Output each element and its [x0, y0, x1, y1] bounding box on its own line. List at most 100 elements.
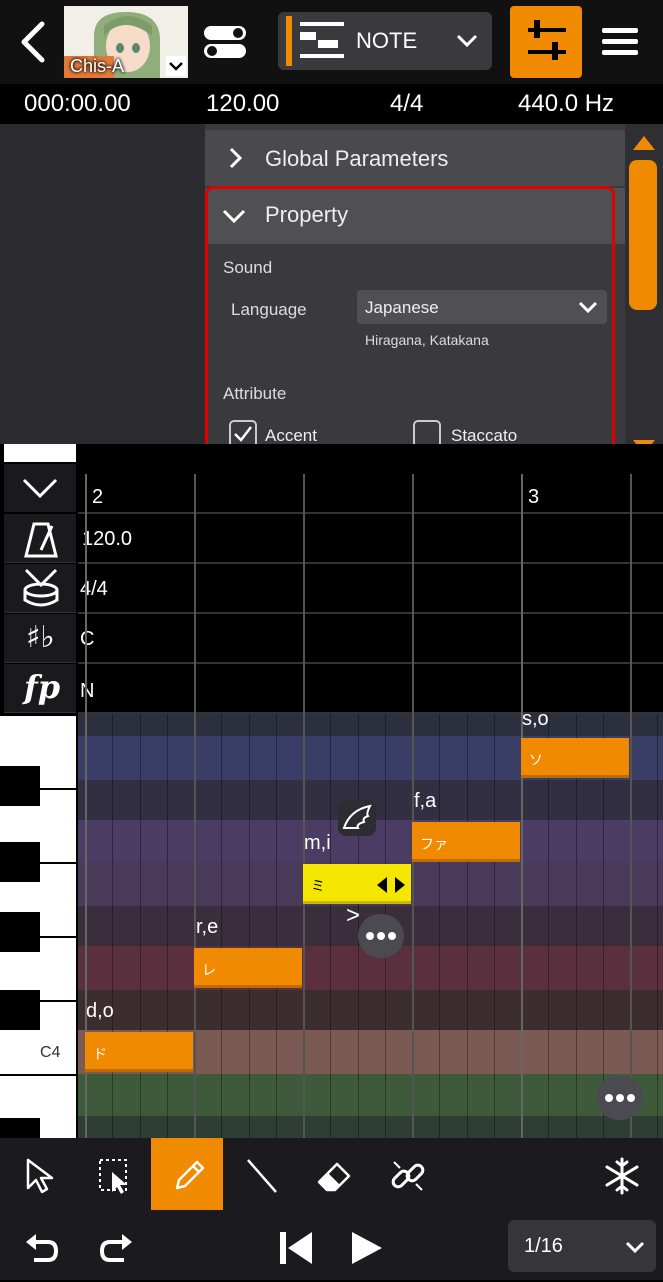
mode-label: NOTE	[356, 28, 418, 53]
arrow-select-tool[interactable]	[4, 1138, 76, 1210]
measure-number: 2	[92, 486, 104, 508]
grid-line	[439, 714, 440, 1138]
beat-display: 4/4	[390, 90, 424, 117]
c4-label: C4	[40, 1044, 61, 1061]
undo-button[interactable]	[4, 1210, 76, 1282]
status-bar: 000:00.00 120.00 4/4 440.0 Hz	[0, 84, 663, 124]
grid-line	[194, 474, 196, 1138]
range-select-tool[interactable]	[78, 1138, 150, 1210]
pitch-display: 440.0 Hz	[518, 90, 615, 117]
redo-button[interactable]	[78, 1210, 150, 1282]
beat-track-header[interactable]	[4, 564, 76, 613]
hamburger-icon[interactable]	[598, 22, 642, 62]
grid-line	[112, 714, 113, 1138]
note-block-selected[interactable]: ミ	[303, 864, 411, 904]
mode-accent-bar	[286, 16, 292, 66]
note-lyric: m,i	[304, 832, 331, 854]
link-tool[interactable]	[370, 1138, 442, 1210]
piano-key-black[interactable]	[0, 766, 40, 806]
back-icon[interactable]	[14, 18, 54, 66]
note-lyric: r,e	[196, 916, 219, 938]
key-track-header[interactable]: ♯♭	[4, 614, 76, 663]
grid-line	[140, 714, 141, 1138]
drum-icon	[23, 568, 59, 607]
grid-line	[521, 474, 523, 1138]
divider	[78, 512, 663, 514]
pencil-tool[interactable]	[151, 1138, 223, 1210]
redo-icon	[99, 1234, 132, 1262]
toggle-icon[interactable]	[202, 24, 248, 60]
more-icon	[366, 932, 396, 940]
dynamics-value[interactable]: N	[80, 680, 94, 703]
collapse-tracks-button[interactable]	[4, 464, 76, 512]
pencil-icon	[175, 1160, 205, 1190]
singer-name: Chis-A	[70, 56, 125, 76]
chevron-down-icon	[454, 30, 480, 52]
chevron-down-icon	[166, 56, 186, 76]
note-more-button[interactable]	[358, 914, 404, 958]
piano-key-black[interactable]	[0, 1118, 40, 1138]
time-display: 000:00.00	[24, 90, 131, 117]
resize-handle-icon[interactable]	[375, 876, 407, 894]
grid-top-strip	[4, 444, 76, 462]
properties-button[interactable]	[510, 6, 582, 78]
grid-line	[630, 474, 632, 1138]
range-select-icon	[99, 1159, 127, 1194]
snowflake-tool[interactable]	[584, 1138, 656, 1210]
quantize-value: 1/16	[524, 1235, 563, 1257]
chevron-right-icon	[229, 147, 243, 169]
line-tool[interactable]	[224, 1138, 296, 1210]
bottom-toolbar: 1/16	[0, 1138, 663, 1280]
grid-line	[221, 714, 222, 1138]
note-mode-icon	[300, 20, 344, 62]
dynamics-fp-icon: fp	[24, 668, 61, 706]
property-highlight	[205, 186, 615, 460]
panel-scrollbar[interactable]	[625, 124, 663, 464]
measure-number: 3	[528, 486, 540, 508]
grid-more-button[interactable]	[597, 1076, 643, 1120]
note-block[interactable]: レ	[194, 948, 302, 988]
play-icon	[352, 1232, 382, 1264]
mode-dropdown[interactable]: NOTE	[278, 12, 492, 70]
global-parameters-header[interactable]: Global Parameters	[205, 130, 625, 186]
dynamics-track-header[interactable]: fp	[4, 664, 76, 713]
grid-line	[276, 714, 277, 1138]
piano-key-black[interactable]	[0, 912, 40, 952]
grid-line	[167, 714, 168, 1138]
chevron-down-icon	[22, 478, 58, 499]
grid-line	[467, 714, 468, 1138]
singer-avatar[interactable]: Chis-A	[64, 6, 188, 78]
note-lyric: f,a	[414, 790, 437, 812]
piano-key-black[interactable]	[0, 842, 40, 882]
tempo-value[interactable]: 120.0	[82, 528, 132, 551]
scroll-thumb[interactable]	[629, 160, 657, 310]
divider	[78, 662, 663, 664]
undo-icon	[26, 1234, 59, 1262]
skip-to-start-button[interactable]	[258, 1210, 330, 1282]
note-lyric: d,o	[86, 1000, 114, 1022]
note-block[interactable]: ド	[85, 1032, 193, 1072]
play-button[interactable]	[330, 1210, 402, 1282]
more-icon	[605, 1094, 635, 1102]
eraser-tool[interactable]	[297, 1138, 369, 1210]
wing-icon[interactable]	[338, 800, 376, 836]
line-icon	[247, 1159, 277, 1193]
piano-key-black[interactable]	[0, 990, 40, 1030]
note-block[interactable]: ソ	[521, 738, 629, 778]
grid-line	[657, 714, 658, 1138]
grid-line	[303, 474, 305, 1138]
divider	[78, 562, 663, 564]
top-bar: Chis-A NOTE	[0, 0, 663, 84]
link-icon	[391, 1161, 425, 1191]
chevron-down-icon	[625, 1241, 645, 1254]
tempo-track-header[interactable]	[4, 514, 76, 563]
skip-back-icon	[280, 1232, 312, 1264]
empty-pane	[0, 124, 205, 444]
metronome-icon	[24, 522, 58, 558]
scroll-up-icon[interactable]	[631, 134, 657, 152]
note-lyric: s,o	[522, 708, 549, 730]
global-parameters-label: Global Parameters	[265, 146, 449, 171]
quantize-select[interactable]: 1/16	[508, 1220, 656, 1272]
note-block[interactable]: ファ	[412, 822, 520, 862]
key-value[interactable]: C	[80, 628, 94, 651]
